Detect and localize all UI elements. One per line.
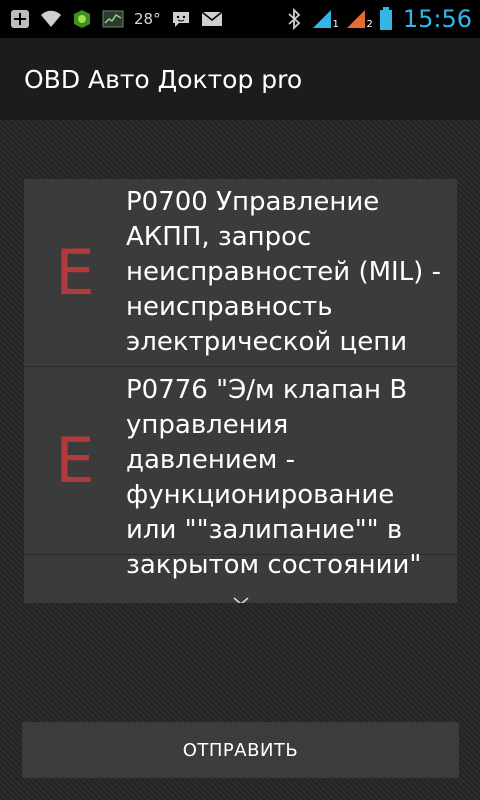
send-button[interactable]: ОТПРАВИТЬ	[22, 722, 459, 778]
signal-icon-sim-2: 2	[345, 8, 373, 30]
chart-icon	[102, 10, 124, 28]
app-title: OBD Авто Доктор pro	[24, 64, 303, 94]
code-description: P0776 "Э/м клапан В управления давлением…	[126, 375, 422, 580]
plus-icon	[10, 9, 30, 29]
scroll-down-indicator	[24, 591, 457, 603]
wifi-icon	[40, 9, 62, 29]
android-icon	[72, 9, 92, 29]
chat-icon	[171, 9, 191, 29]
error-status-badge: E	[55, 236, 95, 309]
chevron-down-icon	[232, 591, 250, 603]
status-bar: 28° 1 2 15:56	[0, 0, 480, 38]
notification-icons: 28°	[0, 9, 223, 29]
mail-icon	[201, 11, 223, 27]
trouble-codes-list[interactable]: E P0700 Управление АКПП, запрос неисправ…	[24, 179, 457, 603]
action-bar: OBD Авто Доктор pro	[0, 38, 480, 120]
clock: 15:56	[402, 5, 472, 33]
signal-icon-sim-1: 1	[311, 8, 339, 30]
bluetooth-icon	[287, 8, 301, 30]
system-icons: 1 2 15:56	[287, 0, 472, 38]
battery-icon	[379, 7, 393, 31]
list-item[interactable]: E P0776 "Э/м клапан В управления давлени…	[24, 367, 457, 580]
list-item[interactable]: E P0700 Управление АКПП, запрос неисправ…	[24, 179, 457, 367]
code-description: P0700 Управление АКПП, запрос неисправно…	[126, 187, 441, 357]
sim-badge-1: 1	[332, 19, 339, 30]
sim-badge-2: 2	[366, 19, 373, 30]
temperature-text: 28°	[134, 10, 161, 28]
error-status-badge: E	[55, 424, 95, 497]
